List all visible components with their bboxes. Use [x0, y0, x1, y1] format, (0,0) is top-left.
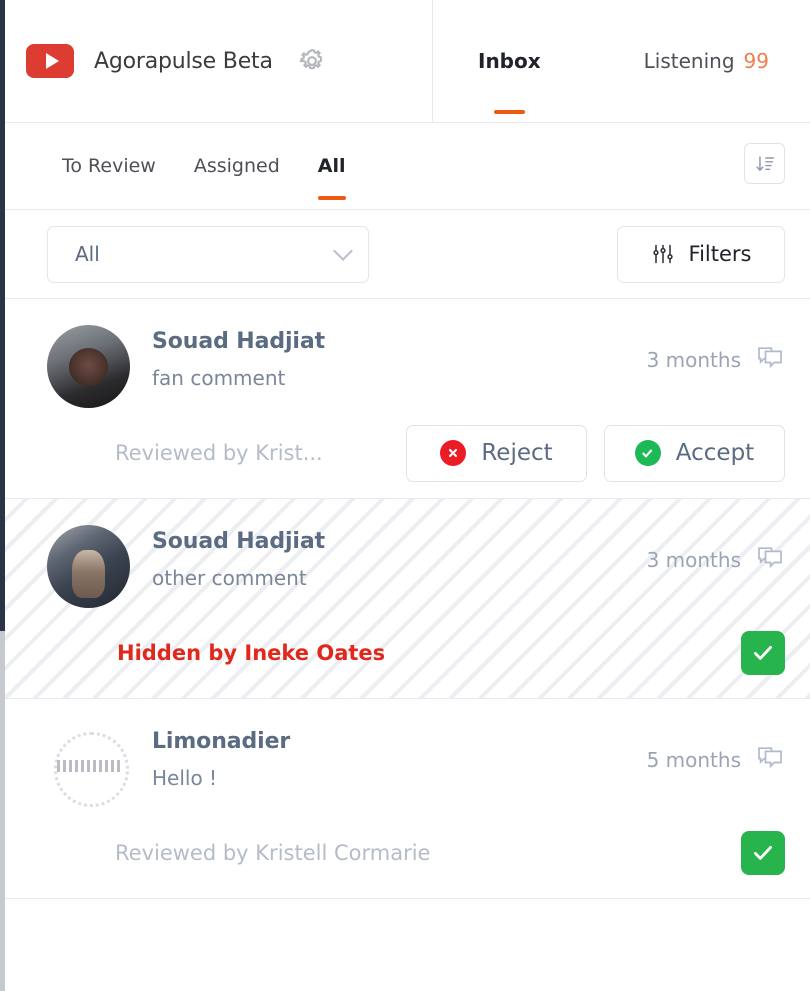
list-item-header: Limonadier Hello ! 5 months	[0, 699, 810, 808]
tab-listening-label: Listening	[643, 49, 735, 73]
list-item-snippet: Hello !	[152, 766, 218, 790]
app-header: Agorapulse Beta Inbox Listening 99	[0, 0, 810, 123]
list-item-time: 3 months	[646, 548, 741, 572]
reject-button-label: Reject	[481, 440, 553, 466]
list-item-action-buttons: Reject Accept	[406, 424, 785, 482]
check-icon[interactable]	[741, 631, 785, 675]
accept-button[interactable]: Accept	[604, 424, 785, 482]
tab-all[interactable]: All	[317, 123, 346, 210]
sliders-icon	[651, 242, 675, 266]
left-rail-scrollbar-track[interactable]	[0, 631, 5, 991]
left-rail-scrollbar-thumb[interactable]	[0, 0, 5, 631]
circle-check-icon	[634, 440, 661, 466]
subtab-active-underline	[317, 195, 346, 200]
list-item-author: Souad Hadjiat	[152, 529, 326, 554]
status-badge: Hidden by Ineke Oates	[117, 641, 386, 665]
brand-area: Agorapulse Beta	[0, 0, 433, 122]
comments-bubble-icon	[755, 346, 785, 374]
status-badge: Reviewed by Kristell Cormarie	[115, 841, 431, 865]
list-item-author: Souad Hadjiat	[152, 329, 326, 354]
filters-button-label: Filters	[688, 242, 752, 266]
list-item-time-area: 3 months	[647, 546, 785, 574]
reject-button[interactable]: Reject	[406, 424, 587, 482]
page-title: Agorapulse Beta	[94, 48, 273, 74]
list-item-author: Limonadier	[152, 729, 291, 754]
tab-assigned[interactable]: Assigned	[194, 123, 280, 210]
primary-nav-tabs: Inbox Listening 99	[433, 0, 810, 122]
filter-bar: All Filters	[0, 210, 810, 299]
list-item-actions: Reviewed by Kristell Cormarie	[0, 808, 810, 898]
youtube-logo-icon	[26, 44, 74, 78]
avatar	[47, 525, 130, 608]
list-item-time: 5 months	[646, 748, 741, 772]
list-item-meta: Limonadier Hello !	[152, 725, 290, 790]
list-item-time-area: 3 months	[647, 346, 785, 374]
list-item[interactable]: Limonadier Hello ! 5 months Reviewed by …	[0, 699, 810, 899]
avatar	[47, 325, 130, 408]
list-item-meta: Souad Hadjiat other comment	[152, 525, 325, 590]
tab-inbox-label: Inbox	[478, 49, 541, 73]
tab-active-underline	[494, 110, 525, 114]
list-item-actions: Reviewed by Krist... Reject Accept	[0, 408, 810, 498]
list-item-time-area: 5 months	[647, 746, 785, 774]
gear-icon[interactable]	[295, 44, 329, 78]
tab-listening[interactable]: Listening 99	[638, 0, 775, 122]
accept-button-label: Accept	[675, 440, 755, 466]
tab-to-review[interactable]: To Review	[62, 123, 156, 210]
status-badge: Reviewed by Krist...	[115, 441, 323, 465]
category-select[interactable]: All	[47, 225, 369, 283]
sort-descending-icon[interactable]	[744, 143, 785, 184]
filters-button[interactable]: Filters	[617, 225, 785, 283]
avatar	[47, 725, 130, 808]
list-item-header: Souad Hadjiat other comment 3 months	[0, 499, 810, 608]
secondary-tabs: To Review Assigned All	[0, 123, 810, 210]
app-root: Agorapulse Beta Inbox Listening 99 To Re…	[0, 0, 810, 991]
tab-assigned-label: Assigned	[193, 155, 280, 177]
list-item[interactable]: Souad Hadjiat other comment 3 months Hid…	[0, 499, 810, 699]
list-item-time: 3 months	[646, 348, 741, 372]
inbox-list: Souad Hadjiat fan comment 3 months Revie…	[0, 299, 810, 899]
list-item-header: Souad Hadjiat fan comment 3 months	[0, 299, 810, 408]
tab-inbox[interactable]: Inbox	[472, 0, 547, 122]
list-item-snippet: other comment	[152, 566, 307, 590]
comments-bubble-icon	[755, 746, 785, 774]
circle-x-icon	[440, 440, 467, 466]
category-select-value: All	[75, 242, 100, 266]
list-item-meta: Souad Hadjiat fan comment	[152, 325, 325, 390]
check-icon[interactable]	[741, 831, 785, 875]
chevron-down-icon	[333, 240, 353, 261]
tab-listening-count: 99	[743, 49, 769, 73]
list-item[interactable]: Souad Hadjiat fan comment 3 months Revie…	[0, 299, 810, 499]
list-item-snippet: fan comment	[152, 366, 286, 390]
comments-bubble-icon	[755, 546, 785, 574]
tab-to-review-label: To Review	[62, 155, 156, 177]
tab-all-label: All	[317, 155, 346, 177]
list-item-actions: Hidden by Ineke Oates	[0, 608, 810, 698]
